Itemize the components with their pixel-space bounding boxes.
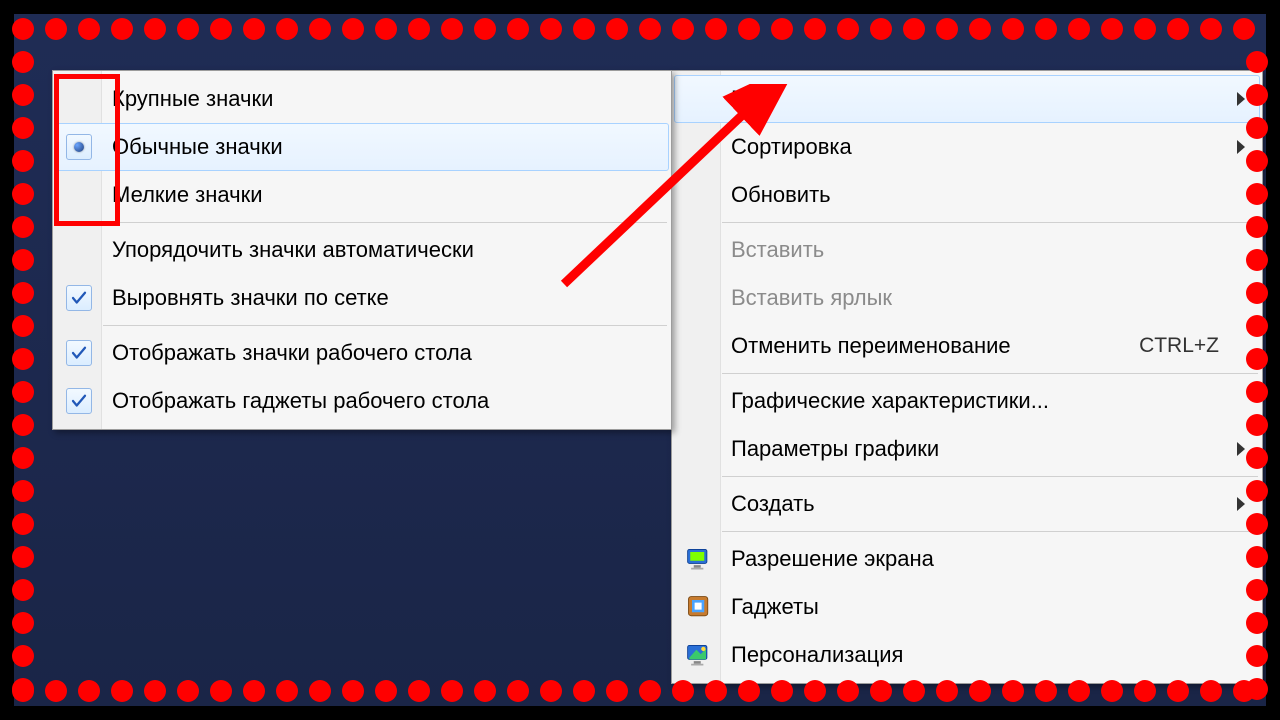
chevron-right-icon (1237, 140, 1245, 154)
check-icon (66, 388, 92, 414)
view_submenu-item-отображать-значки-рабочего-стола[interactable]: Отображать значки рабочего стола (55, 329, 669, 377)
menu-item-label: Обычные значки (112, 134, 668, 160)
menu-item-label: Вставить ярлык (731, 285, 1259, 311)
main_menu-item-сортировка[interactable]: Сортировка (674, 123, 1260, 171)
menu-item-label: Отображать значки рабочего стола (112, 340, 668, 366)
main_menu-item-гаджеты[interactable]: Гаджеты (674, 583, 1260, 631)
menu-separator (722, 373, 1258, 374)
view_submenu-item-обычные-значки[interactable]: Обычные значки (55, 123, 669, 171)
gadgets-icon (685, 593, 713, 621)
chevron-right-icon (1237, 442, 1245, 456)
menu-item-label: Персонализация (731, 642, 1259, 668)
main_menu-item-создать[interactable]: Создать (674, 480, 1260, 528)
main_menu-item-персонализация[interactable]: Персонализация (674, 631, 1260, 679)
menu-separator (722, 476, 1258, 477)
main_menu-item-параметры-графики[interactable]: Параметры графики (674, 425, 1260, 473)
main_menu-item-вставить-ярлык: Вставить ярлык (674, 274, 1260, 322)
menu-item-label: Разрешение экрана (731, 546, 1259, 572)
menu-item-label: Вид (731, 86, 1259, 112)
menu-item-label: Отображать гаджеты рабочего стола (112, 388, 668, 414)
menu-separator (722, 531, 1258, 532)
chevron-right-icon (1237, 497, 1245, 511)
chevron-right-icon (1237, 92, 1245, 106)
main_menu-item-вид[interactable]: Вид (674, 75, 1260, 123)
main_menu-item-вставить: Вставить (674, 226, 1260, 274)
screen-resolution-icon (685, 545, 713, 573)
context-menu-view-submenu: Крупные значки Обычные значки Мелкие значк… (52, 70, 672, 430)
menu-item-label: Отменить переименование (731, 333, 1139, 359)
menu-separator (722, 222, 1258, 223)
main_menu-item-разрешение-экрана[interactable]: Разрешение экрана (674, 535, 1260, 583)
check-icon (66, 285, 92, 311)
menu-item-label: Обновить (731, 182, 1259, 208)
view_submenu-item-крупные-значки[interactable]: Крупные значки (55, 75, 669, 123)
view_submenu-item-отображать-гаджеты-рабочего-стола[interactable]: Отображать гаджеты рабочего стола (55, 377, 669, 425)
check-icon (66, 340, 92, 366)
menu-item-label: Мелкие значки (112, 182, 668, 208)
menu-item-label: Вставить (731, 237, 1259, 263)
menu-item-label: Графические характеристики... (731, 388, 1259, 414)
menu-item-shortcut: CTRL+Z (1139, 334, 1259, 358)
menu-separator (103, 222, 667, 223)
menu-item-label: Гаджеты (731, 594, 1259, 620)
menu-item-label: Сортировка (731, 134, 1259, 160)
radio-selected-icon (66, 134, 92, 160)
view_submenu-item-упорядочить-значки-автоматически[interactable]: Упорядочить значки автоматически (55, 226, 669, 274)
menu-item-label: Параметры графики (731, 436, 1259, 462)
view_submenu-item-выровнять-значки-по-сетке[interactable]: Выровнять значки по сетке (55, 274, 669, 322)
main_menu-item-графические-характеристики[interactable]: Графические характеристики... (674, 377, 1260, 425)
menu-item-label: Выровнять значки по сетке (112, 285, 668, 311)
menu-item-label: Упорядочить значки автоматически (112, 237, 668, 263)
view_submenu-item-мелкие-значки[interactable]: Мелкие значки (55, 171, 669, 219)
context-menu-main: Вид Сортировка Обновить Вставить Вставить яр… (671, 70, 1263, 684)
personalization-icon (685, 641, 713, 669)
menu-item-label: Крупные значки (112, 86, 668, 112)
menu-item-label: Создать (731, 491, 1259, 517)
desktop-background: Вид Сортировка Обновить Вставить Вставить яр… (14, 14, 1266, 706)
menu-separator (103, 325, 667, 326)
main_menu-item-обновить[interactable]: Обновить (674, 171, 1260, 219)
main_menu-item-отменить-переименование[interactable]: Отменить переименованиеCTRL+Z (674, 322, 1260, 370)
